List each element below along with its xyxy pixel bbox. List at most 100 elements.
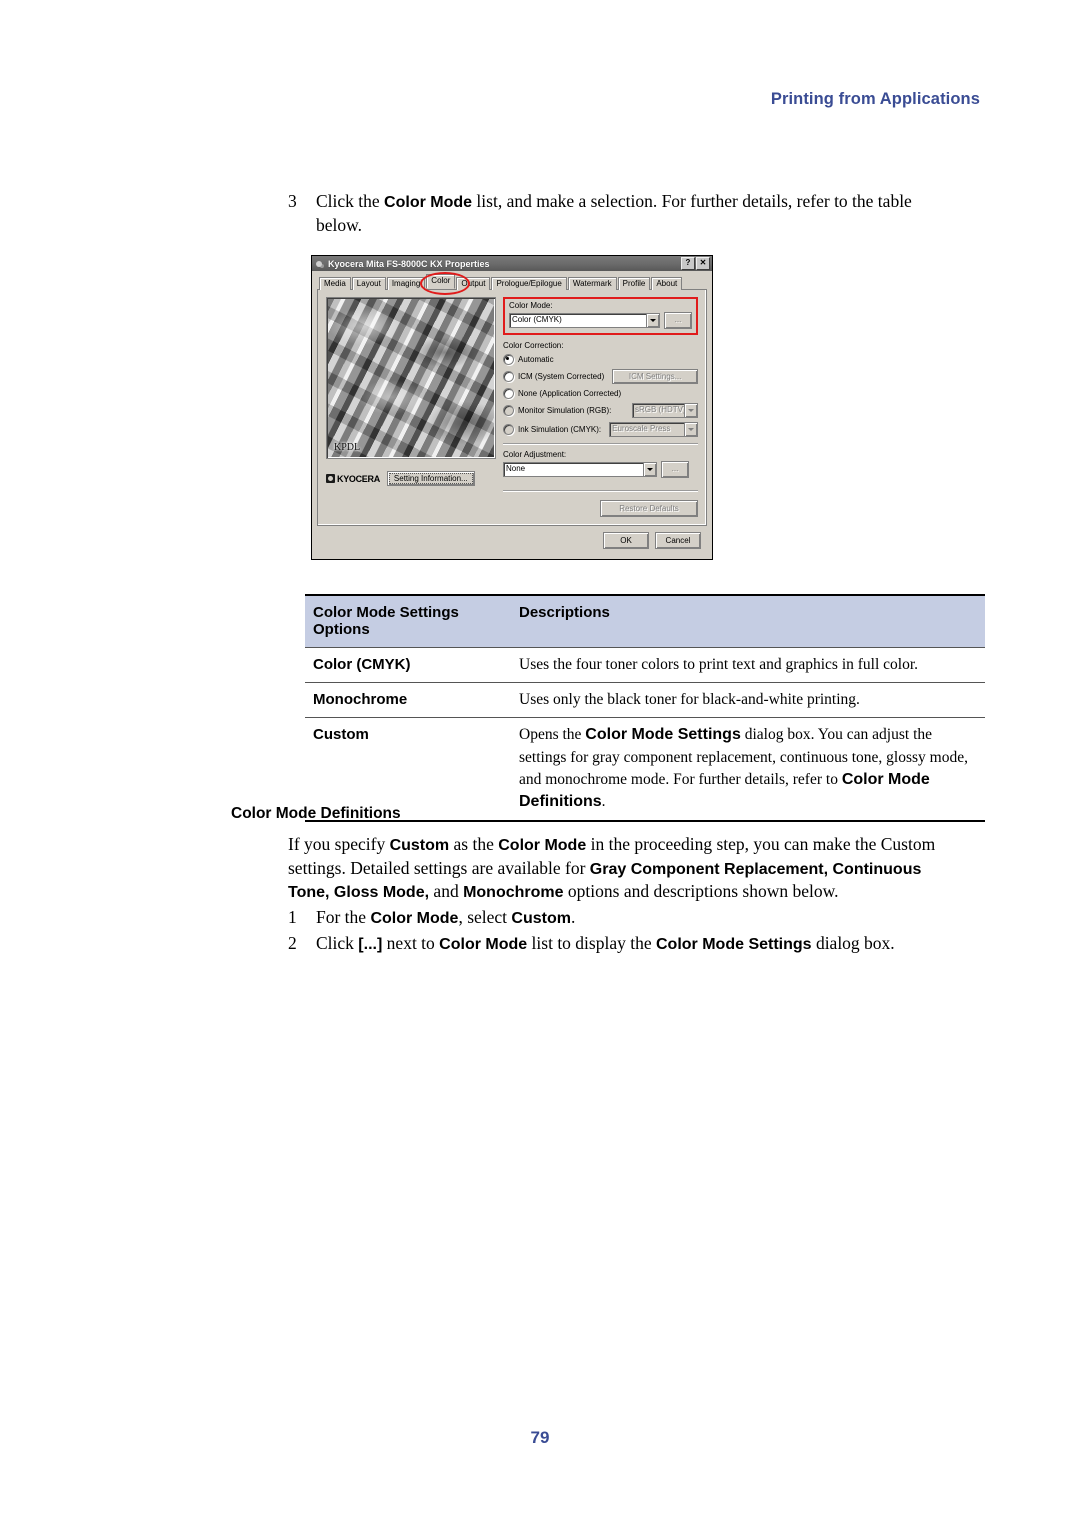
- color-mode-value: Color (CMYK): [512, 315, 562, 324]
- color-adjustment-ellipsis-button[interactable]: ...: [661, 461, 689, 478]
- divider: [503, 443, 698, 445]
- color-mode-label: Color Mode:: [509, 301, 553, 310]
- tab-output[interactable]: Output: [456, 277, 491, 290]
- tab-imaging[interactable]: Imaging: [386, 277, 426, 290]
- page-number: 79: [530, 1428, 550, 1447]
- color-mode-ellipsis-button[interactable]: ...: [664, 312, 692, 329]
- cancel-button[interactable]: Cancel: [655, 532, 701, 549]
- color-adjustment-select[interactable]: None: [503, 462, 657, 477]
- definitions-step-1: 1 For the Color Mode, select Custom.: [288, 905, 978, 931]
- step-3-paragraph: 3 Click the Color Mode list, and make a …: [288, 190, 960, 237]
- radio-none-application-label: None (Application Corrected): [518, 389, 622, 398]
- brand-row: KYOCERA Setting Information...: [326, 471, 494, 486]
- step-3-bold-color-mode: Color Mode: [384, 194, 473, 211]
- dialog-footer: OK Cancel: [317, 526, 707, 554]
- step-3-number: 3: [288, 191, 297, 211]
- close-icon[interactable]: ✕: [696, 257, 710, 270]
- preview-kpdl-label: KPDL: [334, 442, 361, 453]
- dialog-titlebar: Kyocera Mita FS-8000C KX Properties ? ✕: [312, 256, 712, 271]
- chevron-down-icon[interactable]: [643, 463, 656, 476]
- definitions-step-2-number: 2: [288, 932, 297, 953]
- column-header-descriptions: Descriptions: [511, 594, 985, 648]
- description-color-cmyk: Uses the four toner colors to print text…: [511, 647, 985, 683]
- table-row: Custom Opens the Color Mode Settings dia…: [305, 717, 985, 823]
- color-tab-panel: KPDL KYOCERA Setting Information... Colo…: [317, 290, 707, 526]
- color-mode-group-highlight: Color Mode: Color (CMYK) ...: [503, 297, 698, 335]
- table-header: Color Mode Settings Options Descriptions: [305, 594, 985, 648]
- definitions-step-1-text: For the Color Mode, select Custom.: [316, 907, 576, 927]
- print-preview-image: KPDL: [326, 297, 496, 459]
- color-adjustment-row: None ...: [503, 461, 698, 478]
- description-monochrome: Uses only the black toner for black-and-…: [511, 682, 985, 718]
- table-body: Color (CMYK) Uses the four toner colors …: [305, 647, 985, 823]
- monitor-simulation-select[interactable]: sRGB (HDTV): [632, 403, 698, 418]
- table-header-row: Color Mode Settings Options Descriptions: [305, 594, 985, 648]
- table-row: Monochrome Uses only the black toner for…: [305, 682, 985, 718]
- divider: [503, 490, 698, 492]
- definitions-steps: 1 For the Color Mode, select Custom. 2 C…: [288, 905, 978, 956]
- radio-automatic-label: Automatic: [518, 355, 554, 364]
- radio-none-application-indicator[interactable]: [503, 388, 514, 399]
- kyocera-mark-icon: [326, 474, 335, 483]
- step-3-text: Click the Color Mode list, and make a se…: [316, 191, 912, 235]
- tab-watermark[interactable]: Watermark: [567, 277, 617, 290]
- printer-properties-dialog[interactable]: Kyocera Mita FS-8000C KX Properties ? ✕ …: [311, 255, 713, 560]
- definitions-paragraph: If you specify Custom as the Color Mode …: [288, 834, 936, 902]
- setting-information-button[interactable]: Setting Information...: [386, 471, 475, 486]
- definitions-step-2: 2 Click [...] next to Color Mode list to…: [288, 931, 978, 957]
- kyocera-logo: KYOCERA: [326, 474, 380, 484]
- radio-automatic-indicator[interactable]: [503, 354, 514, 365]
- option-color-cmyk: Color (CMYK): [305, 647, 511, 683]
- chevron-down-icon[interactable]: [684, 423, 697, 436]
- column-header-options: Color Mode Settings Options: [305, 594, 511, 648]
- dialog-body: Media Layout Imaging Color Output Prolog…: [312, 271, 712, 559]
- ok-button[interactable]: OK: [603, 532, 649, 549]
- radio-monitor-simulation-indicator[interactable]: [503, 405, 514, 416]
- ink-simulation-select[interactable]: Euroscale Press: [609, 422, 698, 437]
- chevron-down-icon[interactable]: [646, 314, 659, 327]
- color-mode-select[interactable]: Color (CMYK): [509, 313, 660, 328]
- tab-strip: Media Layout Imaging Color Output Prolog…: [317, 272, 707, 295]
- settings-column: Color Mode: Color (CMYK) ... Color Corre…: [503, 297, 698, 517]
- tab-prologue-epilogue[interactable]: Prologue/Epilogue: [491, 277, 567, 290]
- description-custom: Opens the Color Mode Settings dialog box…: [511, 717, 985, 823]
- tab-profile[interactable]: Profile: [617, 277, 651, 290]
- restore-defaults-button[interactable]: Restore Defaults: [600, 500, 698, 517]
- table-row: Color (CMYK) Uses the four toner colors …: [305, 647, 985, 683]
- radio-monitor-simulation-label: Monitor Simulation (RGB):: [518, 406, 612, 415]
- printer-icon: [315, 259, 325, 269]
- icm-settings-button[interactable]: ICM Settings...: [612, 369, 698, 384]
- monitor-simulation-value: sRGB (HDTV): [635, 405, 685, 414]
- radio-icm[interactable]: ICM (System Corrected) ICM Settings...: [503, 369, 698, 384]
- radio-none-application[interactable]: None (Application Corrected): [503, 388, 698, 399]
- radio-ink-simulation-indicator[interactable]: [503, 424, 514, 435]
- radio-ink-simulation[interactable]: Ink Simulation (CMYK): Euroscale Press: [503, 422, 698, 437]
- definitions-heading: Color Mode Definitions: [231, 805, 401, 822]
- color-correction-label: Color Correction:: [503, 341, 564, 350]
- radio-automatic[interactable]: Automatic: [503, 354, 698, 365]
- help-button[interactable]: ?: [681, 257, 695, 270]
- ink-simulation-value: Euroscale Press: [612, 424, 671, 433]
- color-mode-row: Color (CMYK) ...: [509, 312, 692, 329]
- tab-about[interactable]: About: [651, 277, 683, 290]
- color-mode-options-table: Color Mode Settings Options Descriptions…: [305, 594, 985, 823]
- option-monochrome: Monochrome: [305, 682, 511, 718]
- radio-icm-indicator[interactable]: [503, 371, 514, 382]
- tab-layout[interactable]: Layout: [351, 277, 386, 290]
- preview-column: KPDL KYOCERA Setting Information...: [326, 297, 496, 517]
- color-adjustment-value: None: [506, 464, 526, 473]
- restore-defaults-row: Restore Defaults: [503, 500, 698, 517]
- tab-media[interactable]: Media: [319, 277, 351, 290]
- definitions-step-2-text: Click [...] next to Color Mode list to d…: [316, 932, 895, 953]
- kyocera-wordmark: KYOCERA: [337, 473, 380, 484]
- tab-color[interactable]: Color: [426, 274, 456, 289]
- definitions-step-1-number: 1: [288, 907, 297, 927]
- radio-ink-simulation-label: Ink Simulation (CMYK):: [518, 425, 602, 434]
- radio-icm-label: ICM (System Corrected): [518, 372, 605, 381]
- chevron-down-icon[interactable]: [684, 404, 697, 417]
- titlebar-buttons: ? ✕: [681, 257, 710, 270]
- dialog-title: Kyocera Mita FS-8000C KX Properties: [328, 258, 490, 269]
- radio-monitor-simulation[interactable]: Monitor Simulation (RGB): sRGB (HDTV): [503, 403, 698, 418]
- color-adjustment-label: Color Adjustment:: [503, 450, 567, 459]
- running-header: Printing from Applications: [770, 90, 980, 108]
